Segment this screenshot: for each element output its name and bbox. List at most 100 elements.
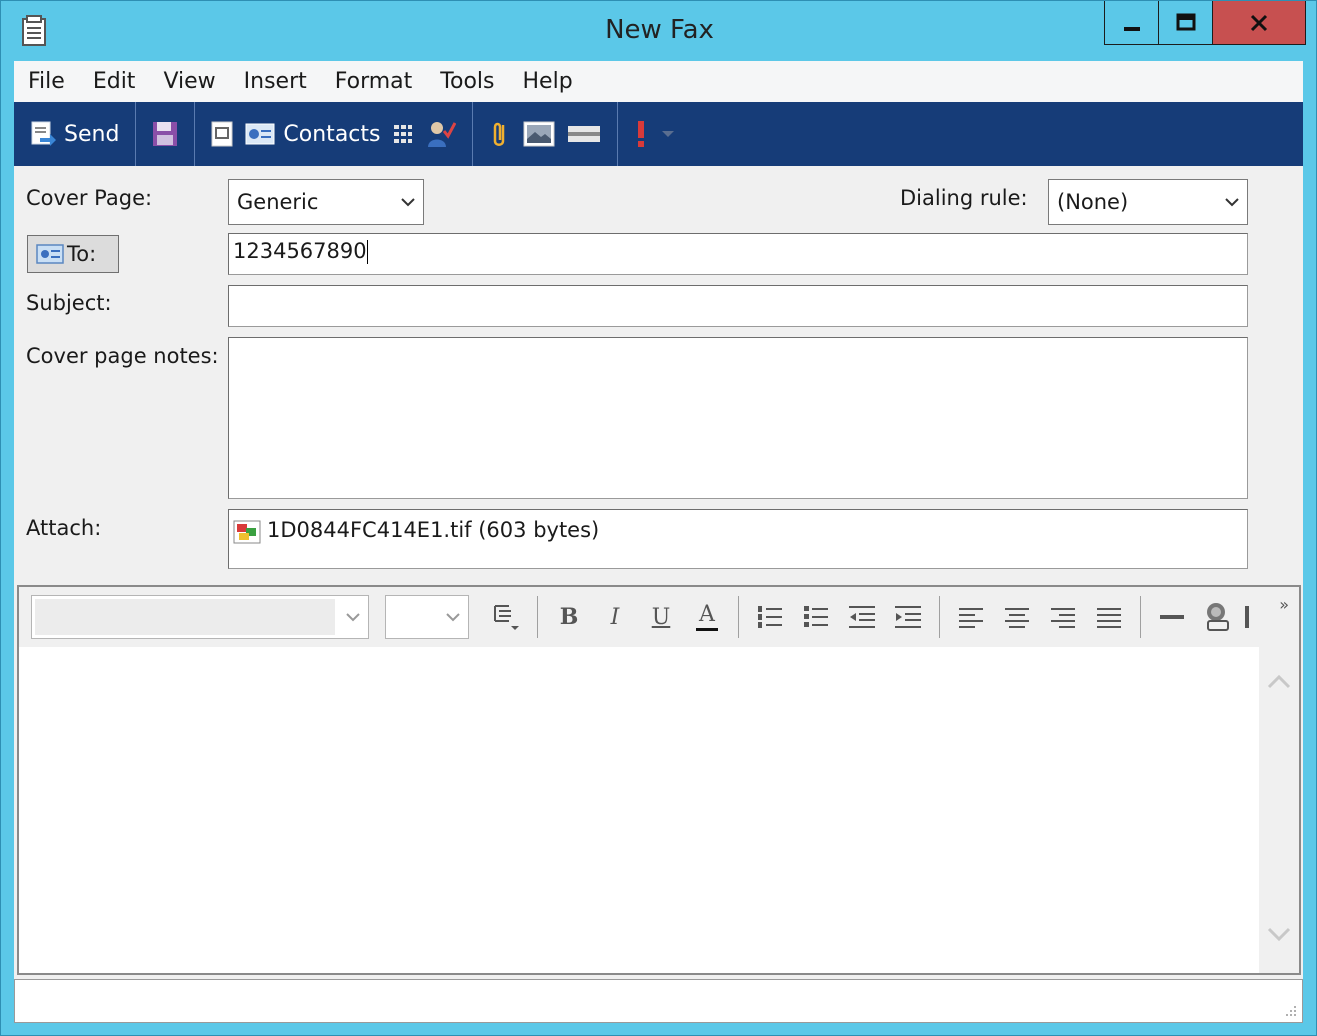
minimize-icon — [1123, 26, 1140, 31]
contacts-icon — [245, 123, 275, 145]
cover-page-label: Cover Page: — [26, 186, 153, 210]
font-color-icon: A — [696, 603, 718, 631]
menu-format[interactable]: Format — [321, 69, 427, 94]
italic-button[interactable]: I — [592, 595, 638, 639]
send-label: Send — [64, 121, 120, 147]
align-left-icon — [959, 608, 983, 628]
align-left-button[interactable] — [948, 595, 994, 639]
decrease-indent-icon — [849, 606, 875, 628]
to-button-label: To: — [67, 242, 97, 266]
font-name-select[interactable] — [31, 595, 369, 639]
justify-icon — [1097, 608, 1121, 628]
underline-button[interactable]: U — [638, 595, 684, 639]
subject-input[interactable] — [228, 285, 1248, 327]
attachment-item[interactable]: 1D0844FC414E1.tif (603 bytes) — [267, 518, 599, 542]
numbered-list-button[interactable] — [747, 595, 793, 639]
text-caret — [366, 240, 368, 264]
address-book-icon — [36, 244, 64, 264]
align-center-button[interactable] — [994, 595, 1040, 639]
message-editor: B I U A » — [17, 585, 1301, 975]
save-button[interactable] — [146, 112, 184, 156]
more-icon — [1245, 606, 1249, 628]
scroll-up-icon[interactable] — [1267, 673, 1291, 689]
cover-page-value: Generic — [237, 190, 319, 214]
check-names-icon — [428, 122, 457, 147]
image-file-icon — [233, 520, 261, 549]
insert-link-icon — [1207, 603, 1229, 631]
paragraph-style-icon — [494, 605, 519, 630]
justify-button[interactable] — [1086, 595, 1132, 639]
toolbar-group-save — [136, 102, 196, 166]
minimize-button[interactable] — [1105, 1, 1159, 44]
status-bar — [14, 979, 1303, 1023]
font-color-button[interactable]: A — [684, 595, 730, 639]
toolbar-group-send: Send — [14, 102, 137, 166]
priority-dropdown-button[interactable] — [654, 112, 682, 156]
paragraph-style-button[interactable] — [483, 595, 529, 639]
formatting-toolbar: B I U A » — [19, 587, 1299, 647]
bulleted-list-button[interactable] — [793, 595, 839, 639]
align-right-icon — [1051, 608, 1075, 628]
align-right-button[interactable] — [1040, 595, 1086, 639]
contacts-button[interactable]: Contacts — [239, 112, 386, 156]
priority-button[interactable] — [628, 112, 654, 156]
chevron-down-icon — [393, 197, 423, 207]
fax-window: New Fax File Edit View Insert Format Too… — [0, 0, 1317, 1036]
numbered-list-icon — [758, 606, 782, 628]
title-bar[interactable]: New Fax — [1, 1, 1317, 61]
scroll-down-icon[interactable] — [1267, 927, 1291, 943]
horizontal-line-icon — [1160, 615, 1184, 619]
window-controls — [1104, 1, 1306, 45]
chevron-down-icon — [338, 612, 368, 622]
toolbar-group-contacts: Contacts — [195, 102, 474, 166]
decrease-indent-button[interactable] — [839, 595, 885, 639]
bold-button[interactable]: B — [546, 595, 592, 639]
font-size-select[interactable] — [385, 595, 469, 639]
toolbar-separator — [738, 596, 739, 638]
message-body[interactable] — [19, 647, 1259, 973]
toolbar-group-insert — [473, 102, 619, 166]
cover-page-select[interactable]: Generic — [228, 179, 424, 225]
bulleted-list-icon — [804, 606, 828, 627]
menu-file[interactable]: File — [14, 69, 79, 94]
horizontal-line-button[interactable] — [1149, 595, 1195, 639]
maximize-button[interactable] — [1159, 1, 1213, 44]
dialing-rule-select[interactable]: (None) — [1048, 179, 1248, 225]
send-icon — [31, 121, 56, 146]
grid-button[interactable] — [386, 112, 420, 156]
menu-view[interactable]: View — [149, 69, 229, 94]
more-formatting-button[interactable] — [1241, 595, 1253, 639]
scan-button[interactable] — [561, 112, 607, 156]
close-button[interactable] — [1213, 1, 1305, 44]
to-button[interactable]: To: — [27, 235, 119, 273]
priority-icon — [638, 121, 645, 147]
font-name-value — [35, 599, 335, 635]
menu-tools[interactable]: Tools — [426, 69, 508, 94]
subject-label: Subject: — [26, 291, 112, 315]
toolbar: Send Contacts — [14, 102, 1303, 166]
resize-grip-icon[interactable] — [1284, 1004, 1298, 1018]
vertical-scrollbar[interactable] — [1259, 647, 1299, 973]
attachment-list[interactable]: 1D0844FC414E1.tif (603 bytes) — [228, 509, 1248, 569]
menu-bar: File Edit View Insert Format Tools Help — [14, 61, 1303, 102]
cover-page-icon — [211, 121, 233, 147]
send-button[interactable]: Send — [24, 112, 125, 156]
check-names-button[interactable] — [420, 112, 462, 156]
toolbar-overflow-icon[interactable]: » — [1279, 595, 1289, 614]
cover-page-button[interactable] — [205, 112, 239, 156]
cover-notes-label: Cover page notes: — [26, 344, 219, 368]
menu-insert[interactable]: Insert — [230, 69, 321, 94]
insert-picture-button[interactable] — [517, 112, 561, 156]
paperclip-icon — [494, 122, 505, 146]
attach-button[interactable] — [483, 112, 517, 156]
menu-help[interactable]: Help — [509, 69, 587, 94]
insert-link-button[interactable] — [1195, 595, 1241, 639]
menu-edit[interactable]: Edit — [79, 69, 150, 94]
attach-label: Attach: — [26, 516, 102, 540]
cover-notes-textarea[interactable] — [228, 337, 1248, 499]
to-value: 1234567890 — [233, 239, 367, 263]
toolbar-group-priority — [618, 102, 692, 166]
to-input[interactable]: 1234567890 — [228, 233, 1248, 275]
increase-indent-button[interactable] — [885, 595, 931, 639]
contacts-label: Contacts — [283, 121, 381, 147]
